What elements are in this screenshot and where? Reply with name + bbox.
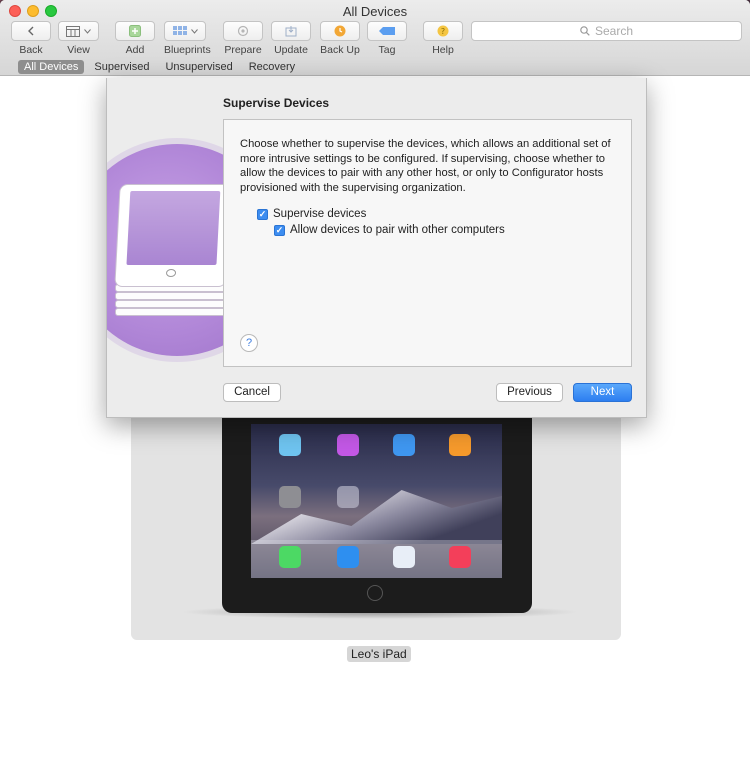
- folder-app-icon: [337, 486, 359, 508]
- update-button[interactable]: Update: [271, 21, 311, 56]
- supervise-devices-option[interactable]: ✓ Supervise devices: [257, 208, 366, 220]
- prepare-label: Prepare: [224, 44, 262, 56]
- device-name-label[interactable]: Leo's iPad: [347, 646, 411, 662]
- blueprints-button[interactable]: Blueprints: [164, 21, 211, 56]
- update-label: Update: [274, 44, 308, 56]
- ipad-home-button: [367, 585, 383, 601]
- backup-button[interactable]: Back Up: [320, 21, 360, 56]
- ipad-illustration-icon: [114, 184, 232, 287]
- allow-pairing-option[interactable]: ✓ Allow devices to pair with other compu…: [274, 224, 505, 236]
- chevron-left-icon: [11, 21, 51, 41]
- add-icon: [129, 25, 141, 37]
- settings-app-icon: [279, 486, 301, 508]
- tag-label: Tag: [378, 44, 396, 56]
- search-placeholder: Search: [594, 24, 634, 38]
- filter-supervised[interactable]: Supervised: [88, 60, 155, 74]
- view-grid-icon: [66, 25, 80, 37]
- chevron-down-icon: [190, 28, 198, 34]
- backup-label: Back Up: [320, 44, 360, 56]
- ipad-screen: [251, 424, 502, 578]
- filter-bar: All Devices Supervised Unsupervised Reco…: [18, 60, 301, 74]
- help-icon: ?: [437, 25, 449, 37]
- safari-app-icon: [393, 546, 415, 568]
- newsstand-app-icon: [279, 434, 301, 456]
- view-label: View: [67, 44, 90, 56]
- allow-pairing-checkbox[interactable]: ✓: [274, 224, 285, 236]
- supervise-devices-checkbox[interactable]: ✓: [257, 208, 268, 220]
- supervise-devices-label: Supervise devices: [273, 208, 367, 220]
- prepare-gear-icon: [237, 25, 249, 37]
- messages-app-icon: [279, 546, 301, 568]
- view-button[interactable]: View: [58, 21, 99, 56]
- filter-unsupervised[interactable]: Unsupervised: [159, 60, 238, 74]
- help-label: Help: [432, 44, 454, 56]
- ibooks-app-icon: [449, 434, 471, 456]
- tag-icon: [379, 27, 395, 35]
- blueprints-grid-icon: [172, 26, 187, 35]
- configurator-window: All Devices Back View Add Blueprints Pre…: [0, 0, 750, 781]
- prepare-button[interactable]: Prepare: [223, 21, 263, 56]
- supervise-devices-sheet: Supervise Devices Choose whether to supe…: [106, 78, 647, 418]
- back-button[interactable]: Back: [11, 21, 51, 56]
- app-store-app-icon: [393, 434, 415, 456]
- mail-app-icon: [337, 546, 359, 568]
- options-box: Choose whether to supervise the devices,…: [223, 119, 632, 367]
- add-button[interactable]: Add: [115, 21, 155, 56]
- allow-pairing-label: Allow devices to pair with other compute…: [290, 224, 505, 236]
- add-label: Add: [125, 44, 145, 56]
- back-label: Back: [19, 44, 43, 56]
- filter-recovery[interactable]: Recovery: [243, 60, 301, 74]
- chevron-down-icon: [84, 28, 91, 34]
- tag-button[interactable]: Tag: [367, 21, 407, 56]
- cancel-button[interactable]: Cancel: [223, 383, 281, 402]
- help-question-icon[interactable]: ?: [240, 334, 258, 352]
- window-title: All Devices: [342, 4, 408, 19]
- blueprints-label: Blueprints: [164, 44, 211, 56]
- filter-all-devices[interactable]: All Devices: [18, 60, 85, 74]
- svg-text:?: ?: [441, 27, 445, 36]
- update-icon: [285, 26, 297, 37]
- search-icon: [580, 26, 590, 36]
- sheet-title: Supervise Devices: [223, 96, 330, 110]
- backup-clock-icon: [334, 25, 346, 37]
- itunes-store-app-icon: [337, 434, 359, 456]
- toolbar: All Devices Back View Add Blueprints Pre…: [0, 0, 750, 76]
- next-button[interactable]: Next: [573, 383, 632, 402]
- help-button[interactable]: ? Help: [423, 21, 463, 56]
- search-field[interactable]: Search: [471, 21, 742, 41]
- sheet-description: Choose whether to supervise the devices,…: [240, 138, 611, 194]
- previous-button[interactable]: Previous: [496, 383, 563, 402]
- music-app-icon: [449, 546, 471, 568]
